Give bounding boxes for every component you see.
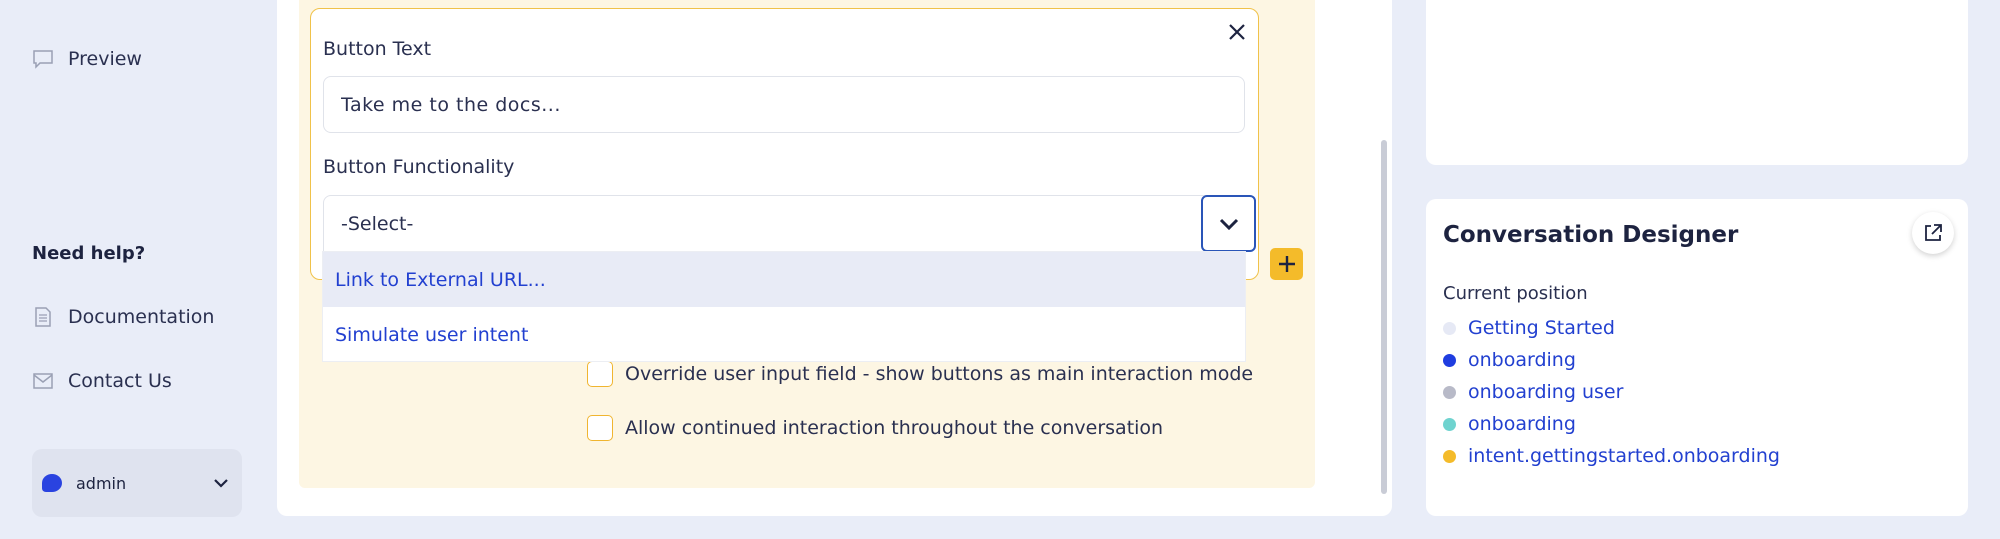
sidebar-item-label: Preview: [68, 48, 142, 70]
button-text-label: Button Text: [323, 38, 432, 60]
preview-card: [1426, 0, 1968, 165]
button-editor: Button Text Button Functionality -Select…: [310, 8, 1259, 280]
document-icon: [32, 306, 54, 328]
allow-interaction-option[interactable]: Allow continued interaction throughout t…: [587, 415, 1163, 441]
conversation-designer-card: Conversation Designer Current position G…: [1426, 199, 1968, 516]
dropdown-option-simulate-intent[interactable]: Simulate user intent: [323, 307, 1245, 362]
add-button[interactable]: [1270, 248, 1303, 280]
status-dot: [1443, 385, 1456, 399]
functionality-dropdown: Link to External URL... Simulate user in…: [322, 251, 1246, 362]
button-text-input[interactable]: [323, 76, 1245, 133]
position-label: onboarding: [1468, 413, 1576, 435]
override-label: Override user input field - show buttons…: [625, 363, 1254, 385]
plus-icon: [1277, 254, 1297, 274]
status-dot: [1443, 449, 1456, 463]
position-label: Getting Started: [1468, 317, 1615, 339]
user-menu[interactable]: admin: [32, 449, 242, 517]
user-name: admin: [76, 473, 127, 493]
select-value: -Select-: [341, 212, 414, 235]
override-input-option[interactable]: Override user input field - show buttons…: [587, 361, 1253, 387]
scrollbar[interactable]: [1381, 140, 1387, 494]
position-label: onboarding user: [1468, 381, 1624, 403]
position-label: onboarding: [1468, 349, 1576, 371]
list-item[interactable]: Getting Started: [1443, 312, 1780, 344]
position-list: Getting Started onboarding onboarding us…: [1443, 312, 1780, 472]
list-item[interactable]: onboarding: [1443, 408, 1780, 440]
conversation-designer-title: Conversation Designer: [1443, 222, 1739, 248]
list-item[interactable]: intent.gettingstarted.onboarding: [1443, 440, 1780, 472]
avatar: [42, 474, 62, 492]
sidebar-item-preview[interactable]: Preview: [32, 48, 142, 70]
status-dot: [1443, 321, 1456, 335]
position-label: intent.gettingstarted.onboarding: [1468, 445, 1780, 467]
help-title: Need help?: [32, 243, 146, 264]
sidebar-item-label: Contact Us: [68, 370, 172, 392]
status-dot: [1443, 353, 1456, 367]
open-designer-button[interactable]: [1912, 212, 1954, 254]
chevron-down-icon: [1219, 218, 1239, 230]
chat-bubble-icon: [32, 48, 54, 70]
list-item[interactable]: onboarding: [1443, 344, 1780, 376]
button-functionality-select[interactable]: -Select-: [323, 195, 1245, 252]
mail-icon: [32, 370, 54, 392]
status-dot: [1443, 417, 1456, 431]
allow-label: Allow continued interaction throughout t…: [625, 417, 1164, 439]
sidebar-item-documentation[interactable]: Documentation: [32, 306, 214, 328]
override-checkbox[interactable]: [587, 361, 613, 387]
dropdown-option-external-url[interactable]: Link to External URL...: [323, 252, 1245, 307]
close-icon[interactable]: [1224, 19, 1250, 45]
external-link-icon: [1923, 223, 1943, 243]
sidebar-item-contact[interactable]: Contact Us: [32, 370, 172, 392]
sidebar: Preview Need help? Documentation Contact…: [0, 0, 270, 539]
button-functionality-label: Button Functionality: [323, 156, 515, 178]
current-position-label: Current position: [1443, 283, 1588, 304]
allow-checkbox[interactable]: [587, 415, 613, 441]
list-item[interactable]: onboarding user: [1443, 376, 1780, 408]
sidebar-item-label: Documentation: [68, 306, 215, 328]
select-toggle-button[interactable]: [1201, 195, 1256, 252]
chevron-down-icon: [212, 474, 230, 492]
